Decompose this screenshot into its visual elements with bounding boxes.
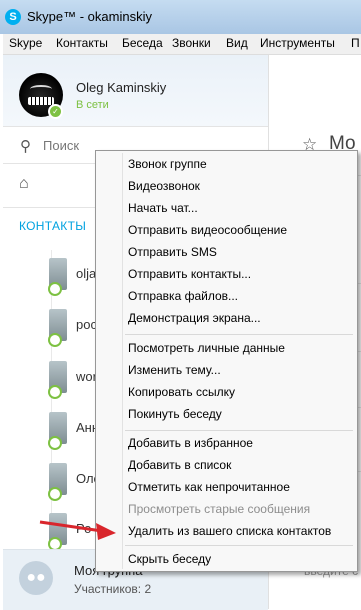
menu-view[interactable]: Вид bbox=[226, 36, 248, 50]
arrow-shaft bbox=[39, 520, 103, 533]
skype-icon: S bbox=[5, 9, 21, 25]
menu-item-send-sms[interactable]: Отправить SMS bbox=[128, 245, 217, 259]
menu-item-start-chat[interactable]: Начать чат... bbox=[128, 201, 198, 215]
menu-conversation[interactable]: Беседа bbox=[122, 36, 163, 50]
menu-tools[interactable]: Инструменты bbox=[260, 36, 335, 50]
online-status-icon bbox=[48, 333, 62, 347]
group-participants: Участников: 2 bbox=[74, 582, 152, 596]
menu-gutter bbox=[122, 153, 123, 569]
menu-item-change-topic[interactable]: Изменить тему... bbox=[128, 363, 221, 377]
profile-header[interactable]: ✓ Oleg Kaminskiy В сети bbox=[3, 55, 268, 126]
context-menu: Звонок группе Видеозвонок Начать чат... … bbox=[95, 150, 358, 572]
menu-item-send-video-message[interactable]: Отправить видеосообщение bbox=[128, 223, 287, 237]
profile-name[interactable]: Oleg Kaminskiy bbox=[76, 80, 166, 95]
search-icon: ⚲ bbox=[20, 138, 31, 155]
menu-item-screen-share[interactable]: Демонстрация экрана... bbox=[128, 311, 261, 325]
menu-separator bbox=[125, 430, 353, 431]
menu-calls[interactable]: Звонки bbox=[172, 36, 211, 50]
menu-item-remove-contact[interactable]: Удалить из вашего списка контактов bbox=[128, 524, 331, 538]
menu-item-view-profile[interactable]: Посмотреть личные данные bbox=[128, 341, 285, 355]
menu-help[interactable]: П bbox=[351, 36, 360, 50]
annotation-arrow-icon bbox=[39, 520, 116, 540]
title-bar: S Skype™ - okaminskiy bbox=[0, 0, 361, 34]
online-status-icon bbox=[48, 282, 62, 296]
avatar-grin bbox=[28, 97, 54, 105]
menu-item-video-call[interactable]: Видеозвонок bbox=[128, 179, 200, 193]
menu-item-hide-conversation[interactable]: Скрыть беседу bbox=[128, 552, 211, 566]
tab-contacts[interactable]: КОНТАКТЫ bbox=[19, 219, 86, 233]
menu-item-group-call[interactable]: Звонок группе bbox=[128, 157, 207, 171]
menu-bar: Skype Контакты Беседа Звонки Вид Инструм… bbox=[3, 34, 361, 55]
contact-name: poc bbox=[76, 317, 97, 332]
contact-name: wor bbox=[76, 369, 97, 384]
arrow-head bbox=[96, 523, 116, 540]
avatar-eyes bbox=[30, 85, 52, 93]
home-icon[interactable]: ⌂ bbox=[19, 175, 29, 193]
online-status-icon bbox=[48, 385, 62, 399]
menu-contacts[interactable]: Контакты bbox=[56, 36, 108, 50]
menu-item-mark-unread[interactable]: Отметить как непрочитанное bbox=[128, 480, 290, 494]
online-status-icon bbox=[48, 436, 62, 450]
group-icon: ●● bbox=[19, 561, 53, 595]
online-status-icon: ✓ bbox=[48, 104, 63, 119]
menu-item-copy-link[interactable]: Копировать ссылку bbox=[128, 385, 235, 399]
profile-status[interactable]: В сети bbox=[76, 99, 109, 111]
menu-item-leave-conversation[interactable]: Покинуть беседу bbox=[128, 407, 222, 421]
menu-item-add-favorites[interactable]: Добавить в избранное bbox=[128, 436, 253, 450]
menu-skype[interactable]: Skype bbox=[9, 36, 42, 50]
menu-item-add-to-list[interactable]: Добавить в список bbox=[128, 458, 231, 472]
menu-separator bbox=[125, 545, 353, 546]
menu-item-view-old-messages: Просмотреть старые сообщения bbox=[128, 502, 311, 516]
menu-item-send-contacts[interactable]: Отправить контакты... bbox=[128, 267, 251, 281]
online-status-icon bbox=[48, 487, 62, 501]
window-title: Skype™ - okaminskiy bbox=[27, 9, 152, 24]
menu-item-send-files[interactable]: Отправка файлов... bbox=[128, 289, 238, 303]
contact-name: olja bbox=[76, 266, 97, 281]
menu-separator bbox=[125, 334, 353, 335]
